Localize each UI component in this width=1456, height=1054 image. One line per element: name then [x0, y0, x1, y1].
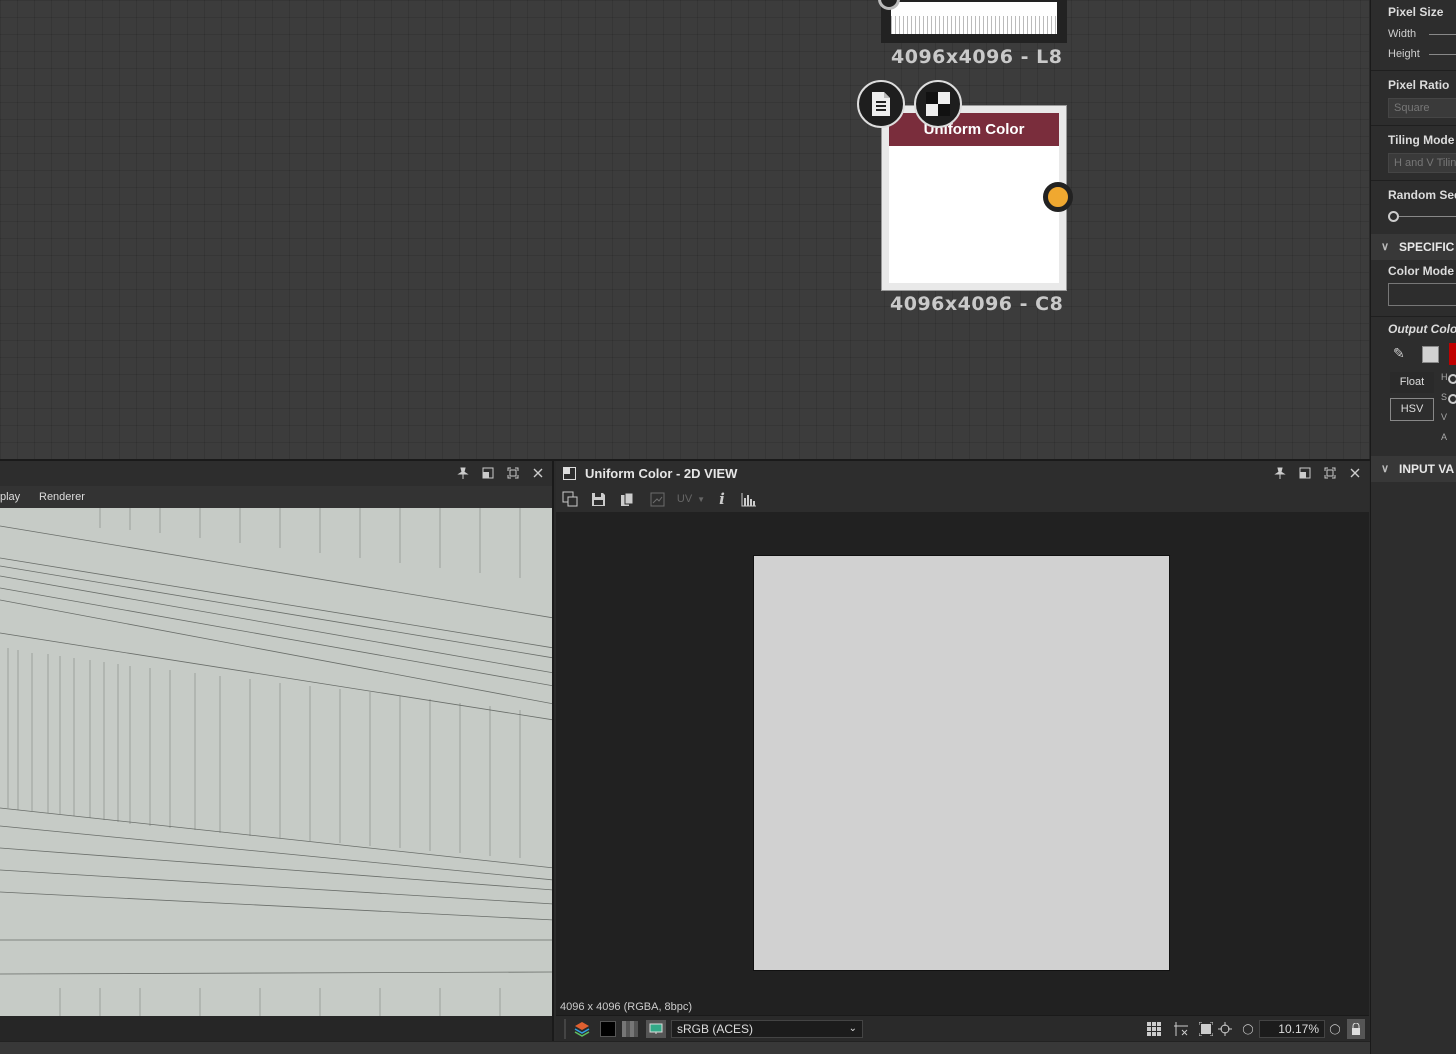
2d-view-title: Uniform Color - 2D VIEW [585, 466, 738, 481]
node-graph[interactable]: 4096x4096 - L8 Uniform Color 4096x4096 -… [0, 0, 1369, 460]
2d-view-panel: Uniform Color - 2D VIEW UV ▼ i 4096 x 409… [556, 461, 1369, 1041]
export-icon[interactable] [561, 490, 579, 508]
eyedropper-icon[interactable]: ✎ [1393, 345, 1411, 363]
uniform-color-node[interactable]: Uniform Color [881, 105, 1067, 291]
tiling-mode-label: Tiling Mode [1388, 133, 1455, 147]
save-icon[interactable] [589, 490, 607, 508]
background-checker-icon[interactable] [622, 1021, 638, 1037]
3d-view-menubar: play Renderer [0, 486, 552, 508]
random-seed-label: Random Seed [1388, 188, 1456, 202]
pin-icon[interactable] [1272, 465, 1288, 481]
zoom-input[interactable]: 10.17% [1259, 1020, 1325, 1038]
grid-icon[interactable] [1145, 1020, 1163, 1038]
2d-texture-canvas[interactable] [753, 555, 1170, 971]
chevron-down-icon: ∨ [1381, 241, 1390, 253]
close-icon[interactable] [1347, 465, 1363, 481]
menu-renderer[interactable]: Renderer [39, 491, 85, 503]
zoom-out-icon[interactable]: ◯ [1239, 1020, 1257, 1038]
color-gradient-swatch[interactable] [1449, 343, 1456, 365]
texture-node-thumbnail [891, 2, 1057, 34]
input-values-section-header[interactable]: ∨ INPUT VA [1371, 456, 1456, 482]
random-seed-slider-handle[interactable] [1388, 211, 1399, 222]
tiling-mode-select[interactable]: H and V Tiling [1388, 153, 1456, 173]
chevron-down-icon: ⌄ [848, 1023, 857, 1034]
maximize-icon[interactable] [1322, 465, 1338, 481]
pixel-ratio-select[interactable]: Square [1388, 98, 1456, 118]
copy-icon[interactable] [618, 490, 636, 508]
specific-section-header[interactable]: ∨ SPECIFIC [1371, 234, 1456, 260]
width-label: Width [1388, 28, 1417, 40]
float-window-icon[interactable] [480, 465, 496, 481]
height-label: Height [1388, 48, 1420, 60]
v-label: V [1441, 412, 1448, 422]
h-slider-handle[interactable] [1448, 374, 1456, 384]
2d-view-icon [563, 467, 576, 485]
height-slider[interactable] [1429, 54, 1456, 55]
node-title: Uniform Color [889, 113, 1059, 146]
3d-view-panel: play Renderer [0, 461, 554, 1041]
top-node-size-label: 4096x4096 - L8 [891, 46, 1063, 68]
close-icon[interactable] [530, 465, 546, 481]
color-mode-label: Color Mode [1388, 264, 1454, 278]
output-color-label: Output Color [1388, 322, 1456, 336]
fit-view-icon[interactable] [1197, 1020, 1215, 1038]
hsv-button[interactable]: HSV [1390, 398, 1434, 421]
float-button[interactable]: Float [1390, 372, 1434, 393]
pin-icon[interactable] [455, 465, 471, 481]
2d-view-toolbar: UV ▼ i [556, 486, 1369, 512]
colorspace-select[interactable]: sRGB (ACES) ⌄ [671, 1020, 863, 1038]
random-seed-slider[interactable] [1399, 216, 1456, 217]
3d-viewport[interactable] [0, 508, 552, 1016]
float-window-icon[interactable] [1297, 465, 1313, 481]
color-mode-select[interactable] [1388, 283, 1456, 306]
3d-view-statusbar [0, 1016, 552, 1041]
2d-view-statusbar: sRGB (ACES) ⌄ ◯ 10.17% ◯ [556, 1015, 1369, 1041]
maximize-icon[interactable] [505, 465, 521, 481]
h-label: H [1441, 372, 1448, 382]
width-slider[interactable] [1429, 34, 1456, 35]
pixel-size-label: Pixel Size [1388, 5, 1444, 19]
zoom-in-icon[interactable]: ◯ [1326, 1020, 1344, 1038]
uv-dropdown[interactable]: UV ▼ [674, 490, 708, 508]
chevron-right-icon: ∨ [1381, 463, 1390, 475]
menu-display[interactable]: play [0, 491, 20, 503]
checker-icon[interactable] [914, 80, 962, 128]
s-label: S [1441, 392, 1448, 402]
app-status-strip [0, 1041, 1370, 1054]
s-slider-handle[interactable] [1448, 394, 1456, 404]
document-icon[interactable] [857, 80, 905, 128]
texture-info: 4096 x 4096 (RGBA, 8bpc) [560, 1001, 693, 1013]
center-view-icon[interactable] [1216, 1020, 1234, 1038]
texture-node-top[interactable] [881, 0, 1067, 43]
node-thumbnail [889, 146, 1059, 283]
uv-tile-icon[interactable] [648, 490, 666, 508]
histogram-icon[interactable] [740, 490, 758, 508]
background-black-swatch[interactable] [600, 1021, 616, 1037]
node-size-label: 4096x4096 - C8 [890, 293, 1064, 315]
3d-view-titlebar [0, 461, 552, 486]
2d-view-titlebar: Uniform Color - 2D VIEW [556, 461, 1369, 486]
node-output-port[interactable] [1043, 182, 1073, 212]
layers-icon[interactable] [574, 1020, 592, 1038]
lock-icon[interactable] [1347, 1019, 1365, 1039]
info-icon[interactable]: i [713, 490, 731, 508]
color-swatch[interactable] [1422, 346, 1439, 363]
a-label: A [1441, 432, 1448, 442]
3d-render [0, 508, 552, 1016]
display-icon[interactable] [646, 1020, 666, 1038]
tiling-icon[interactable] [1172, 1020, 1190, 1038]
pixel-ratio-label: Pixel Ratio [1388, 78, 1450, 92]
properties-panel: Pixel Size Width Height Pixel Ratio Squa… [1370, 0, 1456, 1054]
